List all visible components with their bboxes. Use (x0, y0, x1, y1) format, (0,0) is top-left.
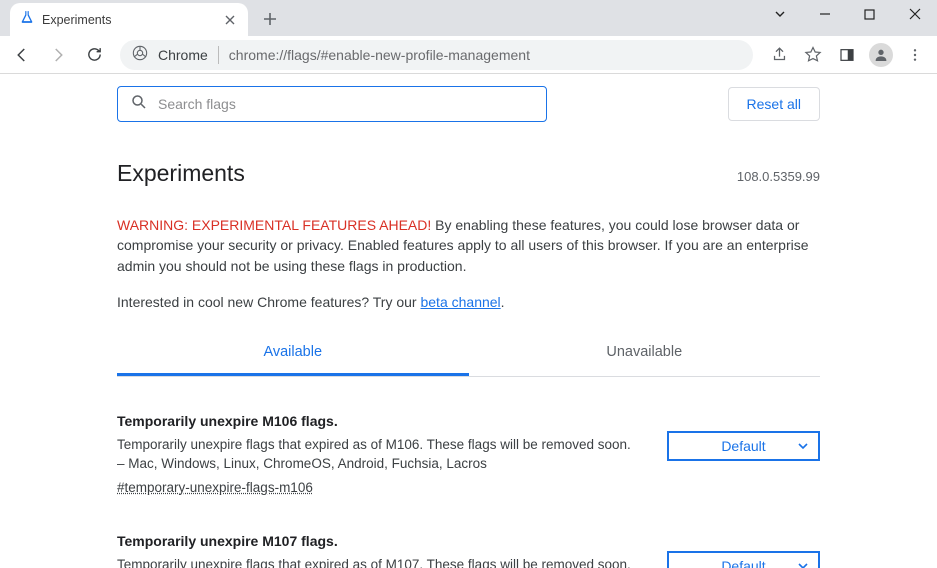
kebab-menu-icon[interactable] (899, 39, 931, 71)
addr-prefix: Chrome (158, 47, 208, 63)
warning-text: WARNING: EXPERIMENTAL FEATURES AHEAD! By… (117, 215, 820, 276)
flask-icon (20, 10, 34, 29)
flag-title: Temporarily unexpire M106 flags. (117, 413, 639, 429)
minimize-window-icon[interactable] (802, 0, 847, 28)
beta-channel-link[interactable]: beta channel (420, 294, 500, 310)
chrome-icon (132, 45, 148, 64)
flag-description: Temporarily unexpire flags that expired … (117, 435, 639, 474)
forward-button[interactable] (42, 39, 74, 71)
flag-hash-link[interactable]: #temporary-unexpire-flags-m106 (117, 480, 639, 495)
reload-button[interactable] (78, 39, 110, 71)
close-tab-icon[interactable] (222, 12, 238, 28)
flag-row: Temporarily unexpire M106 flags. Temporar… (117, 413, 820, 495)
new-tab-button[interactable] (256, 5, 284, 33)
search-icon (130, 93, 148, 116)
interest-text: Interested in cool new Chrome features? … (117, 294, 820, 310)
addr-separator (218, 46, 219, 64)
bookmark-star-icon[interactable] (797, 39, 829, 71)
profile-avatar[interactable] (865, 39, 897, 71)
flag-description: Temporarily unexpire flags that expired … (117, 555, 639, 568)
tab-title: Experiments (42, 13, 214, 27)
close-window-icon[interactable] (892, 0, 937, 28)
reset-all-button[interactable]: Reset all (728, 87, 820, 121)
chevron-down-icon[interactable] (757, 0, 802, 28)
addr-url: chrome://flags/#enable-new-profile-manag… (229, 47, 741, 63)
flags-tabs: Available Unavailable (117, 332, 820, 377)
back-button[interactable] (6, 39, 38, 71)
window-titlebar: Experiments (0, 0, 937, 36)
chevron-down-icon (798, 558, 808, 568)
version-label: 108.0.5359.99 (737, 169, 820, 184)
maximize-window-icon[interactable] (847, 0, 892, 28)
page-title: Experiments (117, 160, 245, 187)
page-viewport[interactable]: Reset all Experiments 108.0.5359.99 WARN… (0, 74, 937, 568)
sidepanel-icon[interactable] (831, 39, 863, 71)
search-flags-box[interactable] (117, 86, 547, 122)
share-icon[interactable] (763, 39, 795, 71)
tab-unavailable[interactable]: Unavailable (469, 332, 821, 376)
browser-toolbar: Chrome chrome://flags/#enable-new-profil… (0, 36, 937, 74)
flag-title: Temporarily unexpire M107 flags. (117, 533, 639, 549)
chevron-down-icon (798, 438, 808, 454)
flag-select-value: Default (721, 558, 765, 568)
browser-tab[interactable]: Experiments (10, 3, 248, 36)
search-flags-input[interactable] (158, 96, 534, 112)
address-bar[interactable]: Chrome chrome://flags/#enable-new-profil… (120, 40, 753, 70)
flag-row: Temporarily unexpire M107 flags. Temporar… (117, 533, 820, 568)
flag-select-value: Default (721, 438, 765, 454)
tab-available[interactable]: Available (117, 332, 469, 376)
flag-select[interactable]: Default (667, 551, 820, 568)
flags-list: Temporarily unexpire M106 flags. Temporar… (117, 377, 820, 568)
warning-prefix: WARNING: EXPERIMENTAL FEATURES AHEAD! (117, 217, 431, 233)
flag-select[interactable]: Default (667, 431, 820, 461)
